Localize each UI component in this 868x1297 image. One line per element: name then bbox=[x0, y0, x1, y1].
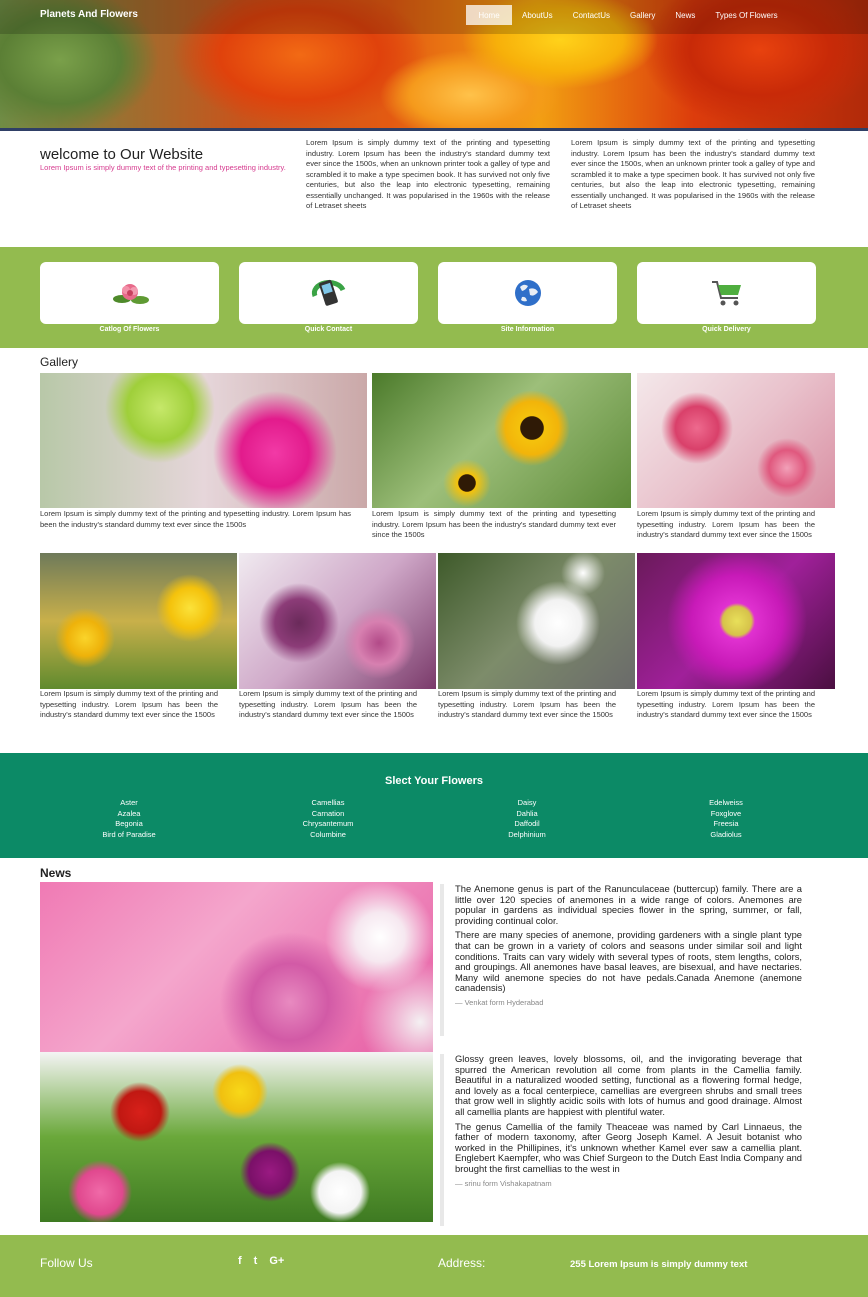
gallery-image-orchids[interactable] bbox=[239, 553, 436, 689]
nav-gallery[interactable]: Gallery bbox=[620, 5, 665, 25]
news-cite: — Venkat form Hyderabad bbox=[455, 997, 544, 1007]
feature-label[interactable]: Catlog Of Flowers bbox=[40, 326, 219, 333]
gallery-caption: Lorem Ipsum is simply dummy text of the … bbox=[637, 689, 815, 719]
flower-column: Camellias Carnation Chrysantemum Columbi… bbox=[238, 798, 418, 840]
main-nav: Home AboutUs ContactUs Gallery News Type… bbox=[466, 5, 788, 25]
flower-link[interactable]: Dahlia bbox=[437, 809, 617, 820]
news-paragraph: The genus Camellia of the family Theacea… bbox=[455, 1120, 802, 1174]
flower-link[interactable]: Gladiolus bbox=[636, 830, 816, 841]
globe-icon bbox=[514, 280, 541, 306]
feature-label[interactable]: Quick Contact bbox=[239, 326, 418, 333]
intro-paragraph: Lorem Ipsum is simply dummy text of the … bbox=[571, 138, 815, 210]
gallery-caption: Lorem Ipsum is simply dummy text of the … bbox=[438, 689, 616, 719]
news-image-tulips[interactable] bbox=[40, 1052, 433, 1222]
flower-column: Daisy Dahlia Daffodil Delphinium bbox=[437, 798, 617, 840]
feature-card-site-info[interactable] bbox=[438, 262, 617, 324]
gallery-caption: Lorem Ipsum is simply dummy text of the … bbox=[239, 689, 417, 719]
nav-news[interactable]: News bbox=[665, 5, 705, 25]
address-label: Address: bbox=[438, 1256, 486, 1270]
hero-divider bbox=[0, 128, 868, 131]
nav-types-of-flowers[interactable]: Types Of Flowers bbox=[705, 5, 787, 25]
facebook-icon[interactable]: f bbox=[238, 1255, 242, 1267]
cart-icon bbox=[711, 281, 741, 306]
news-paragraph: Glossy green leaves, lovely blossoms, oi… bbox=[455, 1053, 802, 1117]
welcome-subtitle: Lorem Ipsum is simply dummy text of the … bbox=[40, 163, 286, 172]
nav-contact[interactable]: ContactUs bbox=[563, 5, 620, 25]
twitter-icon[interactable]: t bbox=[254, 1255, 258, 1267]
flower-link[interactable]: Daisy bbox=[437, 798, 617, 809]
flower-link[interactable]: Carnation bbox=[238, 809, 418, 820]
welcome-title: welcome to Our Website bbox=[40, 146, 204, 163]
gallery-caption: Lorem Ipsum is simply dummy text of the … bbox=[40, 509, 351, 529]
gallery-caption: Lorem Ipsum is simply dummy text of the … bbox=[637, 509, 815, 539]
social-links: f t G+ bbox=[238, 1255, 284, 1267]
gallery-image-sunflower[interactable] bbox=[372, 373, 631, 508]
flower-link[interactable]: Edelweiss bbox=[636, 798, 816, 809]
address-text: 255 Lorem Ipsum is simply dummy text bbox=[570, 1259, 748, 1270]
feature-label[interactable]: Site Information bbox=[438, 326, 617, 333]
flower-link[interactable]: Begonia bbox=[39, 819, 219, 830]
feature-label[interactable]: Quick Delivery bbox=[637, 326, 816, 333]
news-cite: — srinu form Vishakapatnam bbox=[455, 1178, 552, 1188]
flower-link[interactable]: Columbine bbox=[238, 830, 418, 841]
nav-home[interactable]: Home bbox=[466, 5, 512, 25]
flower-icon bbox=[112, 284, 149, 304]
news-paragraph: There are many species of anemone, provi… bbox=[455, 929, 802, 994]
phone-icon bbox=[311, 279, 345, 306]
flower-link[interactable]: Bird of Paradise bbox=[39, 830, 219, 841]
flower-link[interactable]: Freesia bbox=[636, 819, 816, 830]
feature-card-catalog[interactable] bbox=[40, 262, 219, 324]
gallery-image-magenta-daisy[interactable] bbox=[637, 553, 835, 689]
flower-link[interactable]: Aster bbox=[39, 798, 219, 809]
flower-column: Edelweiss Foxglove Freesia Gladiolus bbox=[636, 798, 816, 840]
nav-about[interactable]: AboutUs bbox=[512, 5, 563, 25]
flower-link[interactable]: Chrysantemum bbox=[238, 819, 418, 830]
news-quote: Glossy green leaves, lovely blossoms, oi… bbox=[440, 1053, 802, 1226]
news-quote: The Anemone genus is part of the Ranuncu… bbox=[440, 883, 802, 1036]
news-paragraph: The Anemone genus is part of the Ranuncu… bbox=[455, 883, 802, 926]
gallery-caption: Lorem Ipsum is simply dummy text of the … bbox=[372, 509, 616, 539]
gallery-image-yellow-tulips[interactable] bbox=[40, 553, 237, 689]
intro-paragraph: Lorem Ipsum is simply dummy text of the … bbox=[306, 138, 550, 210]
google-plus-icon[interactable]: G+ bbox=[269, 1255, 284, 1267]
site-brand[interactable]: Planets And Flowers bbox=[40, 9, 138, 20]
news-title: News bbox=[40, 866, 72, 880]
feature-card-delivery[interactable] bbox=[637, 262, 816, 324]
flower-link[interactable]: Azalea bbox=[39, 809, 219, 820]
flower-link[interactable]: Delphinium bbox=[437, 830, 617, 841]
gallery-title: Gallery bbox=[40, 355, 79, 369]
select-flowers-title: Slect Your Flowers bbox=[384, 775, 483, 787]
news-image-anemone[interactable] bbox=[40, 882, 433, 1052]
feature-card-contact[interactable] bbox=[239, 262, 418, 324]
follow-us-label: Follow Us bbox=[40, 1256, 93, 1270]
gallery-caption: Lorem Ipsum is simply dummy text of the … bbox=[40, 689, 218, 719]
gallery-image-gerbera[interactable] bbox=[40, 373, 367, 508]
flower-link[interactable]: Camellias bbox=[238, 798, 418, 809]
flower-link[interactable]: Daffodil bbox=[437, 819, 617, 830]
flower-link[interactable]: Foxglove bbox=[636, 809, 816, 820]
flower-column: Aster Azalea Begonia Bird of Paradise bbox=[39, 798, 219, 840]
gallery-image-clematis[interactable] bbox=[438, 553, 635, 689]
gallery-image-roses[interactable] bbox=[637, 373, 835, 508]
